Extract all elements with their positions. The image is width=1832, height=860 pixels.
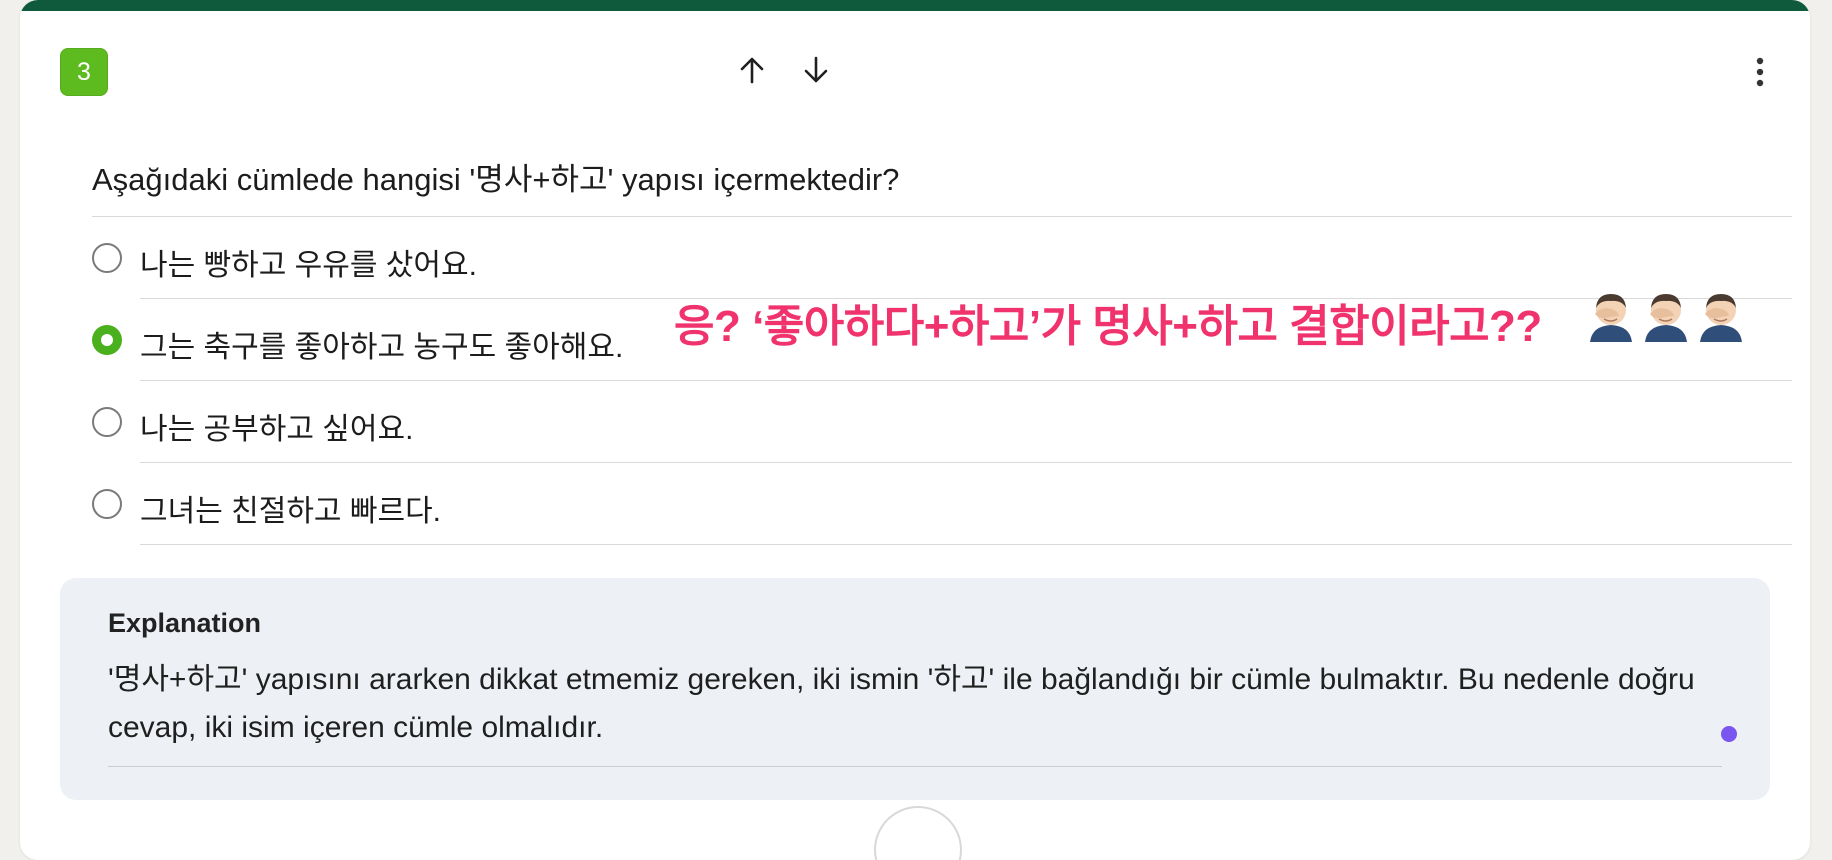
question-text: Aşağıdaki cümlede hangisi '명사+하고' yapısı…: [92, 162, 900, 197]
option-divider: [140, 544, 1792, 545]
card-top-bar: [20, 0, 1810, 11]
answer-option-1[interactable]: 나는 빵하고 우유를 샀어요.: [92, 217, 1792, 299]
move-up-button[interactable]: [732, 50, 772, 90]
add-button[interactable]: [874, 806, 962, 860]
answer-option-4[interactable]: 그녀는 친절하고 빠르다.: [92, 463, 1792, 545]
answer-option-3[interactable]: 나는 공부하고 싶어요.: [92, 381, 1792, 463]
arrow-up-icon: [740, 57, 764, 84]
arrow-down-icon: [804, 56, 828, 83]
radio-button-selected[interactable]: [92, 325, 122, 355]
facepalm-emoji-icon: [1700, 294, 1742, 342]
question-number-badge: 3: [60, 48, 108, 96]
explanation-text: '명사+하고' yapısını ararken dikkat etmemiz …: [108, 663, 1695, 744]
explanation-divider: [108, 766, 1722, 767]
radio-button[interactable]: [92, 407, 122, 437]
annotation-text: 응? ‘좋아하다+하고’가 명사+하고 결합이라고??: [674, 302, 1542, 351]
explanation-panel: Explanation '명사+하고' yapısını ararken dik…: [60, 578, 1770, 800]
indicator-dot: [1721, 726, 1737, 742]
facepalm-emoji-icon: [1590, 294, 1632, 342]
option-label: 그는 축구를 좋아하고 농구도 좋아해요.: [140, 331, 624, 364]
move-down-button[interactable]: [796, 50, 836, 90]
more-vertical-icon: [1756, 57, 1764, 87]
option-label: 나는 공부하고 싶어요.: [140, 413, 414, 446]
radio-button[interactable]: [92, 243, 122, 273]
option-label: 나는 빵하고 우유를 샀어요.: [140, 249, 477, 282]
more-options-button[interactable]: [1740, 52, 1780, 92]
question-card: 3 Aşağıdaki cümlede hangisi '명사+하고' yapı…: [20, 0, 1810, 860]
option-label: 그녀는 친절하고 빠르다.: [140, 495, 442, 528]
facepalm-emoji-icon: [1645, 294, 1687, 342]
explanation-title: Explanation: [108, 608, 262, 638]
radio-button[interactable]: [92, 489, 122, 519]
facepalm-emoji-row: [1586, 290, 1746, 342]
